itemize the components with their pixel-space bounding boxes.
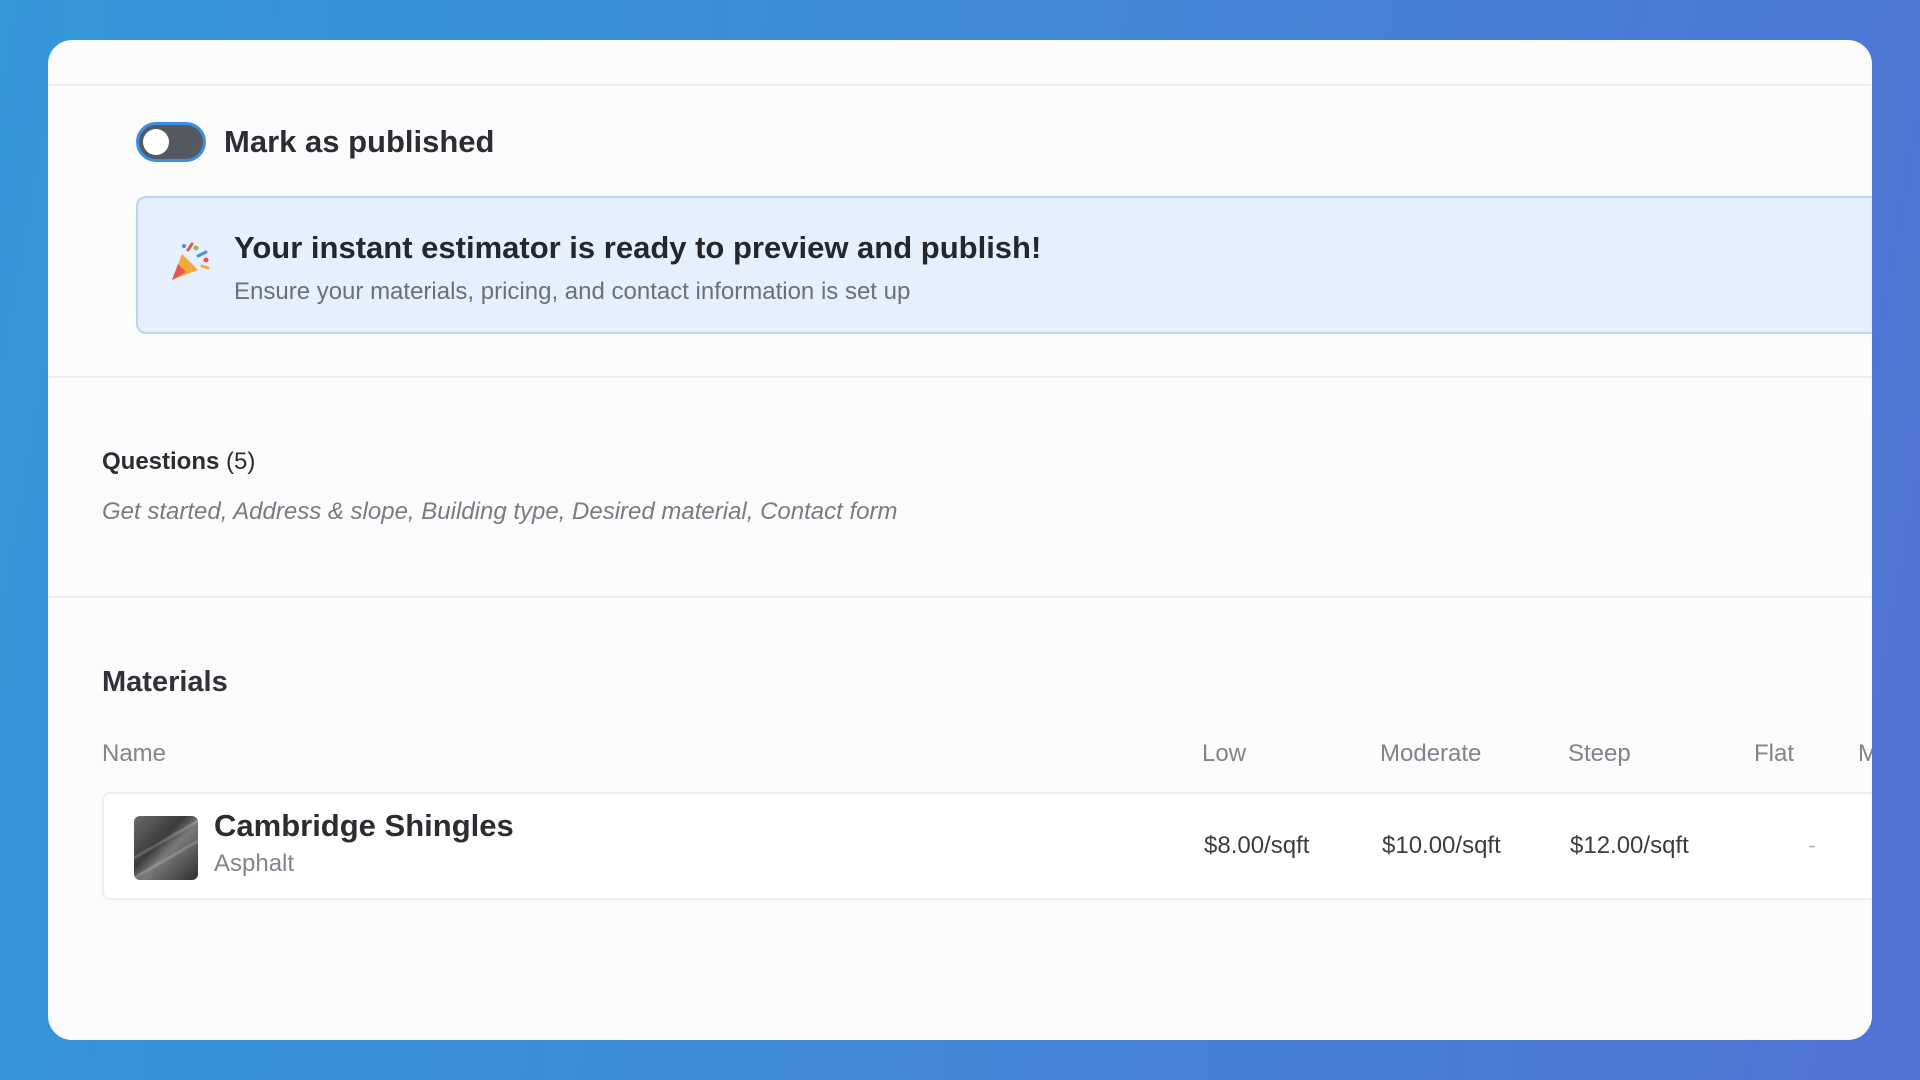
questions-heading[interactable]: Questions (5) (102, 448, 255, 476)
column-header-flat: Flat (1754, 740, 1795, 767)
banner-subtitle: Ensure your materials, pricing, and cont… (234, 278, 911, 305)
price-flat: - (1808, 832, 1816, 859)
materials-heading: Materials (102, 666, 228, 698)
toggle-knob (143, 129, 169, 155)
publish-toggle[interactable] (136, 122, 206, 162)
material-type: Asphalt (214, 850, 295, 877)
estimator-settings-card: Mark as published Your instant estimator… (48, 40, 1872, 1040)
questions-list: Get started, Address & slope, Building t… (102, 498, 898, 525)
questions-heading-label: Questions (102, 448, 220, 475)
price-moderate: $10.00/sqft (1382, 832, 1501, 859)
column-header-name: Name (102, 740, 167, 767)
material-name: Cambridge Shingles (214, 808, 514, 843)
banner-title: Your instant estimator is ready to previ… (234, 230, 1042, 265)
material-thumbnail (134, 816, 198, 880)
divider (48, 376, 1872, 378)
divider (48, 596, 1872, 598)
column-header-steep: Steep (1568, 740, 1631, 767)
publish-toggle-row: Mark as published (136, 122, 494, 162)
ready-to-publish-banner: Your instant estimator is ready to previ… (136, 196, 1872, 334)
questions-count: (5) (226, 448, 256, 475)
material-row[interactable]: Cambridge Shingles Asphalt $8.00/sqft $1… (102, 792, 1872, 900)
price-steep: $12.00/sqft (1570, 832, 1689, 859)
divider (48, 84, 1872, 86)
party-popper-icon (172, 242, 210, 280)
column-header-low: Low (1202, 740, 1247, 767)
column-header-moderate: Moderate (1380, 740, 1482, 767)
column-header-partial: M (1858, 740, 1872, 767)
publish-toggle-label[interactable]: Mark as published (224, 124, 494, 160)
price-low: $8.00/sqft (1204, 832, 1310, 859)
